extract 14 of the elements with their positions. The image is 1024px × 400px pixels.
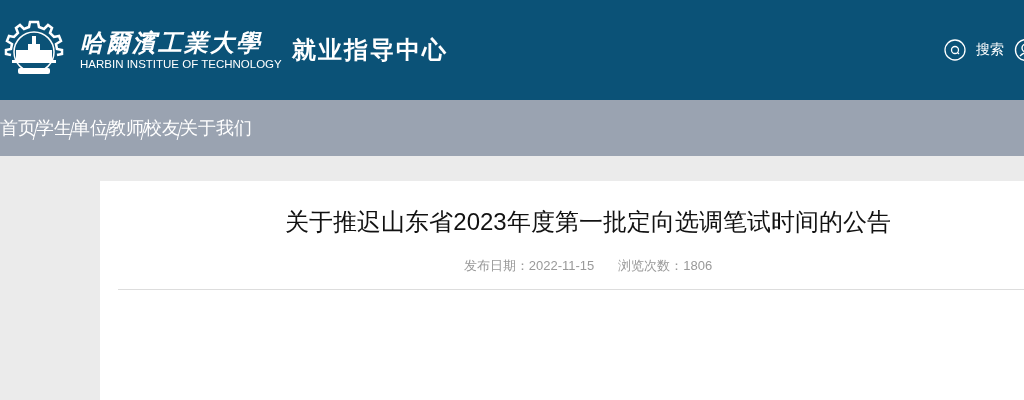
nav-link[interactable]: 单位 xyxy=(72,116,108,140)
nav-link[interactable]: 校友 xyxy=(144,116,180,140)
view-count: 浏览次数：1806 xyxy=(618,257,713,275)
university-name-english: HARBIN INSTITUE OF TECHNOLOGY xyxy=(80,57,282,71)
publish-date: 发布日期：2022-11-15 xyxy=(463,257,595,275)
nav-link[interactable]: 学生 xyxy=(36,116,72,140)
search-icon xyxy=(944,39,966,61)
nav-link[interactable]: 关于我们 xyxy=(180,116,252,140)
nav-link[interactable]: 首页 xyxy=(0,116,36,140)
article-title: 关于推迟山东省2023年度第一批定向选调笔试时间的公告 xyxy=(284,207,892,237)
nav-link[interactable]: 教师 xyxy=(108,116,144,140)
university-name: 哈爾濱工業大學 xyxy=(80,29,263,57)
search-button[interactable]: 搜索 xyxy=(944,39,1004,61)
site-title: 就业指导中心 xyxy=(291,35,448,65)
